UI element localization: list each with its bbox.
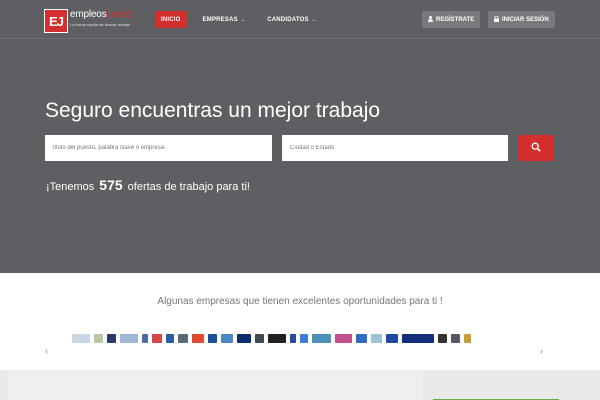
top-navbar: EJ empleosjuarez La forma rápida de busc… bbox=[0, 0, 600, 39]
location-input[interactable] bbox=[282, 135, 508, 161]
company-logo[interactable] bbox=[166, 334, 174, 343]
offers-count: 575 bbox=[99, 177, 123, 193]
company-logo[interactable] bbox=[255, 334, 264, 343]
logo-tagline: La forma rápida de buscar trabajo bbox=[70, 22, 131, 27]
register-button[interactable]: REGÍSTRATE bbox=[422, 11, 481, 28]
hero-headline: Seguro encuentras un mejor trabajo bbox=[45, 99, 381, 122]
company-logo[interactable] bbox=[335, 334, 352, 343]
company-logo[interactable] bbox=[94, 334, 103, 343]
company-logo[interactable] bbox=[178, 334, 188, 343]
chevron-down-icon: ⌄ bbox=[240, 16, 246, 23]
company-logo[interactable] bbox=[208, 334, 217, 343]
company-logo[interactable] bbox=[312, 334, 331, 343]
logo-mark: EJ bbox=[44, 9, 68, 33]
company-logo[interactable] bbox=[290, 334, 296, 343]
login-button[interactable]: INICIAR SESIÓN bbox=[488, 11, 555, 28]
company-logo[interactable] bbox=[438, 334, 447, 343]
bottom-card bbox=[8, 370, 423, 400]
lock-icon bbox=[494, 15, 499, 24]
logo-name-a: empleos bbox=[70, 9, 107, 20]
main-nav: INICIO EMPRESAS ⌄ CANDIDATOS ⌄ bbox=[155, 11, 332, 28]
company-logo[interactable] bbox=[120, 334, 138, 343]
companies-title: Algunas empresas que tienen excelentes o… bbox=[157, 296, 443, 307]
company-logo[interactable] bbox=[371, 334, 382, 343]
carousel-prev-icon[interactable]: ‹ bbox=[45, 346, 48, 356]
site-logo[interactable]: EJ empleosjuarez La forma rápida de busc… bbox=[44, 9, 133, 33]
company-logo[interactable] bbox=[237, 334, 251, 343]
company-logo[interactable] bbox=[72, 334, 90, 343]
user-icon bbox=[428, 15, 433, 24]
company-logo[interactable] bbox=[356, 334, 367, 343]
nav-item-candidatos[interactable]: CANDIDATOS ⌄ bbox=[261, 11, 322, 28]
search-icon bbox=[531, 139, 541, 157]
search-input[interactable] bbox=[45, 135, 272, 161]
company-logo[interactable] bbox=[268, 334, 286, 343]
search-button[interactable] bbox=[518, 135, 554, 161]
company-logo[interactable] bbox=[464, 334, 471, 343]
company-logos-carousel bbox=[72, 334, 475, 343]
company-logo[interactable] bbox=[451, 334, 460, 343]
company-logo[interactable] bbox=[402, 334, 434, 343]
company-logo[interactable] bbox=[192, 334, 204, 343]
company-logo[interactable] bbox=[221, 334, 233, 343]
company-logo[interactable] bbox=[152, 334, 162, 343]
chevron-down-icon: ⌄ bbox=[311, 16, 317, 23]
company-logo[interactable] bbox=[107, 334, 116, 343]
company-logo[interactable] bbox=[142, 334, 148, 343]
offers-count-text: ¡Tenemos 575 ofertas de trabajo para ti! bbox=[46, 177, 250, 193]
nav-item-empresas[interactable]: EMPRESAS ⌄ bbox=[197, 11, 252, 28]
logo-name-b: juarez bbox=[106, 9, 133, 20]
nav-item-inicio[interactable]: INICIO bbox=[155, 11, 187, 28]
company-logo[interactable] bbox=[386, 334, 398, 343]
carousel-next-icon[interactable]: › bbox=[540, 346, 543, 356]
company-logo[interactable] bbox=[300, 334, 308, 343]
